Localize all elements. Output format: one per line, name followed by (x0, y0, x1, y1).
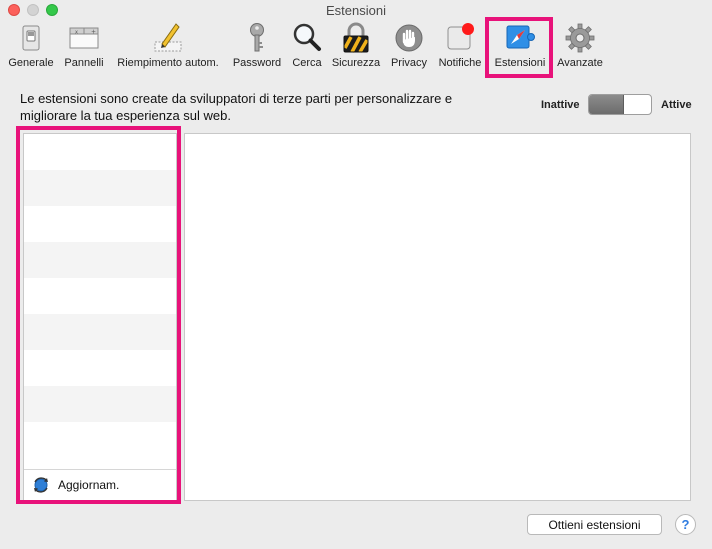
svg-text:+: + (91, 29, 96, 36)
list-row-stripe (24, 242, 176, 278)
preferences-toolbar: Generale x + Pannelli Riempimento autom. (0, 21, 712, 73)
tab-generale[interactable]: Generale (5, 21, 57, 73)
extensions-toggle[interactable] (588, 94, 652, 115)
toggle-knob[interactable] (589, 95, 624, 114)
tab-riempimento-autom[interactable]: Riempimento autom. (111, 21, 225, 73)
toggle-off-label: Inattive (541, 99, 580, 111)
close-window-button[interactable] (8, 4, 20, 16)
tab-avanzate[interactable]: Avanzate (554, 21, 606, 73)
switch-icon (15, 22, 47, 54)
padlock-icon (340, 22, 372, 54)
hand-icon (393, 22, 425, 54)
updates-item[interactable]: Aggiornam. (24, 469, 176, 500)
tab-pannelli[interactable]: x + Pannelli (61, 21, 107, 73)
magnifier-icon (291, 22, 323, 54)
tab-estensioni[interactable]: Estensioni (490, 21, 550, 73)
help-button[interactable]: ? (675, 514, 696, 535)
extension-detail-pane (184, 133, 691, 501)
tab-privacy[interactable]: Privacy (387, 21, 431, 73)
extensions-list[interactable]: Aggiornam. (23, 133, 177, 501)
compass-puzzle-icon (504, 22, 536, 54)
svg-text:x: x (75, 30, 78, 36)
notification-badge-icon (444, 22, 476, 54)
pencil-form-icon (152, 22, 184, 54)
tab-notifiche[interactable]: Notifiche (434, 21, 486, 73)
updates-label: Aggiornam. (58, 478, 120, 492)
tab-sicurezza[interactable]: Sicurezza (329, 21, 383, 73)
minimize-window-button[interactable] (27, 4, 39, 16)
updates-icon (32, 476, 50, 494)
get-extensions-button[interactable]: Ottieni estensioni (527, 514, 662, 535)
tabs-icon: x + (68, 22, 100, 54)
extensions-description: Le estensioni sono create da sviluppator… (20, 91, 453, 123)
tab-password[interactable]: Password (229, 21, 285, 73)
toggle-on-label: Attive (661, 99, 692, 111)
list-row-stripe (24, 386, 176, 422)
tab-cerca[interactable]: Cerca (289, 21, 325, 73)
key-icon (241, 22, 273, 54)
list-row-stripe (24, 314, 176, 350)
title-bar: Estensioni (0, 0, 712, 21)
zoom-window-button[interactable] (46, 4, 58, 16)
list-row-stripe (24, 170, 176, 206)
window-title: Estensioni (326, 3, 386, 18)
gear-icon (564, 22, 596, 54)
